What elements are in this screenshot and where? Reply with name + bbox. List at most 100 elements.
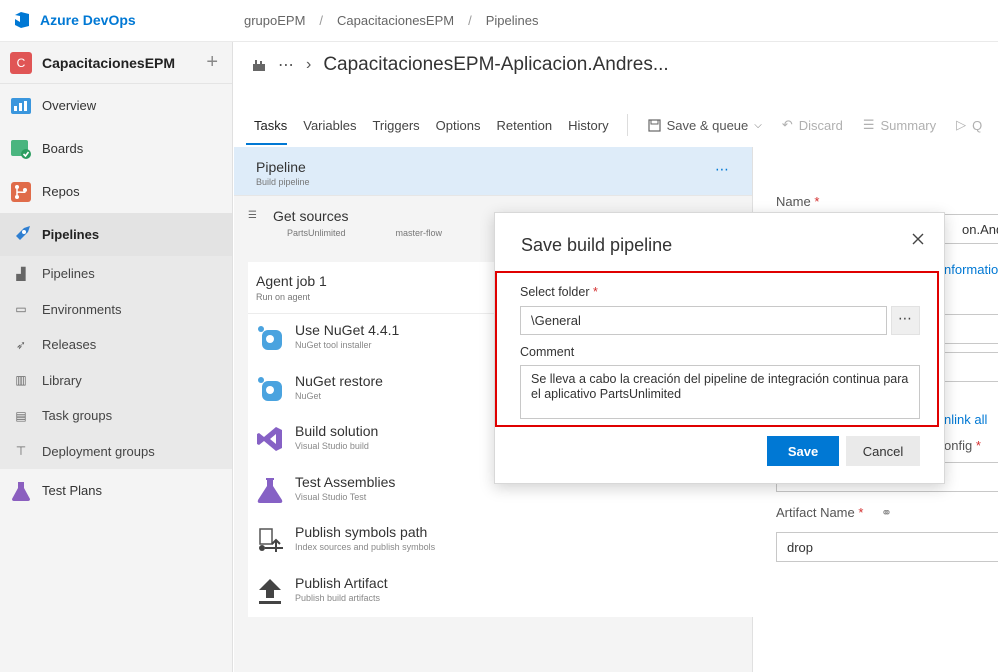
- boards-icon: [11, 139, 31, 159]
- information-link[interactable]: nformation: [944, 262, 998, 277]
- sidebar-subitem-label: Library: [42, 372, 82, 388]
- breadcrumb: grupoEPM / CapacitacionesEPM / Pipelines: [244, 13, 539, 28]
- sidebar-subitem-label: Pipelines: [42, 266, 95, 282]
- link-icon[interactable]: ⚭: [881, 505, 892, 520]
- tab-triggers[interactable]: Triggers: [364, 105, 427, 145]
- sidebar-item-label: Boards: [42, 141, 84, 156]
- pipeline-icon: [253, 60, 265, 71]
- sidebar-item-pipelines[interactable]: Pipelines: [0, 213, 232, 256]
- artifact-name-input[interactable]: drop: [776, 532, 998, 562]
- flask-icon: [257, 477, 283, 503]
- sidebar-item-repos[interactable]: Repos: [0, 170, 232, 213]
- sidebar-subitem-deployment-groups[interactable]: ⊤ Deployment groups: [0, 433, 232, 469]
- task-title: Publish Artifact: [295, 574, 388, 591]
- save-pipeline-dialog: Save build pipeline Select folder * \Gen…: [494, 212, 945, 484]
- branch-name: master-flow: [395, 228, 443, 238]
- azure-devops-icon: [15, 12, 29, 28]
- sidebar-subitem-releases[interactable]: ➶ Releases: [0, 327, 232, 363]
- pipeline-breadcrumb: ⋯ › CapacitacionesEPM-Aplicacion.Andres.…: [252, 54, 669, 76]
- sidebar-subitem-label: Releases: [42, 337, 97, 353]
- queue-label: Q: [972, 117, 983, 133]
- sidebar-item-label: Repos: [42, 184, 80, 199]
- page-header: ⋯ › CapacitacionesEPM-Aplicacion.Andres.…: [234, 42, 998, 102]
- task-subtitle: Publish build artifacts: [295, 592, 381, 603]
- upload-icon: [259, 578, 281, 604]
- project-header[interactable]: C CapacitacionesEPM +: [0, 42, 232, 84]
- task-item[interactable]: Publish Artifact Publish build artifacts: [248, 567, 753, 618]
- save-button[interactable]: Save: [767, 436, 839, 466]
- pipeline-node-subtitle: Build pipeline: [256, 177, 310, 187]
- repo-name: PartsUnlimited: [287, 228, 346, 238]
- add-icon[interactable]: +: [206, 52, 218, 72]
- page-title[interactable]: CapacitacionesEPM-Aplicacion.Andres...: [323, 54, 668, 76]
- chevron-down-icon: ⌵: [754, 119, 762, 131]
- comment-textarea[interactable]: Se lleva a cabo la creación del pipeline…: [520, 365, 920, 419]
- sidebar-item-label: Test Plans: [42, 483, 102, 498]
- task-groups-icon: ▤: [15, 408, 27, 423]
- sidebar-item-boards[interactable]: Boards: [0, 127, 232, 170]
- save-queue-button[interactable]: Save & queue ⌵: [638, 118, 772, 133]
- sidebar-subitem-pipelines[interactable]: ▟ Pipelines: [0, 256, 232, 292]
- releases-icon: ➶: [15, 337, 27, 352]
- list-icon: ☰: [862, 117, 875, 132]
- undo-icon: ↶: [781, 117, 793, 132]
- unlink-all-link[interactable]: nlink all: [944, 412, 987, 427]
- discard-button[interactable]: ↶ Discard: [772, 117, 853, 133]
- sidebar-item-overview[interactable]: Overview: [0, 84, 232, 127]
- summary-label: Summary: [880, 117, 937, 133]
- comment-label: Comment: [520, 345, 575, 359]
- publish-symbols-icon: [259, 528, 283, 552]
- summary-button[interactable]: ☰ Summary: [853, 117, 946, 133]
- tab-tasks[interactable]: Tasks: [234, 105, 295, 145]
- task-subtitle: Visual Studio Test: [295, 491, 367, 502]
- sidebar-subitem-task-groups[interactable]: ▤ Task groups: [0, 398, 232, 434]
- visual-studio-icon: [257, 427, 282, 451]
- sidebar-subitem-label: Task groups: [42, 408, 113, 424]
- sidebar-subitem-label: Deployment groups: [42, 443, 155, 459]
- sidebar-subitem-environments[interactable]: ▭ Environments: [0, 291, 232, 327]
- queue-button[interactable]: ▷ Q: [946, 117, 992, 133]
- name-label: Name *: [776, 194, 820, 209]
- azure-devops-logo[interactable]: Azure DevOps: [12, 10, 136, 30]
- pipelines-icon: ▟: [16, 266, 26, 281]
- tab-options[interactable]: Options: [428, 105, 489, 145]
- test-plans-icon: [12, 481, 30, 501]
- more-actions-icon[interactable]: ⋯: [715, 161, 730, 178]
- breadcrumb-separator: /: [319, 13, 324, 28]
- browse-folder-button[interactable]: ⋯: [891, 306, 920, 335]
- environments-icon: ▭: [15, 302, 27, 317]
- task-item[interactable]: Publish symbols path Index sources and p…: [248, 516, 753, 567]
- library-icon: ▥: [15, 373, 27, 388]
- task-title: Publish symbols path: [295, 524, 428, 540]
- config-label: onfig *: [944, 438, 981, 453]
- cancel-button[interactable]: Cancel: [846, 436, 920, 466]
- sidebar-subitem-label: Environments: [42, 301, 122, 317]
- editor-tabs: Tasks Variables Triggers Options Retenti…: [234, 105, 998, 145]
- sidebar-item-label: Overview: [42, 98, 97, 113]
- pipeline-node-title: Pipeline: [256, 159, 306, 175]
- breadcrumb-org[interactable]: grupoEPM: [244, 13, 305, 28]
- discard-label: Discard: [798, 117, 843, 133]
- breadcrumb-pipelines[interactable]: Pipelines: [486, 13, 539, 28]
- sidebar-subitem-library[interactable]: ▥ Library: [0, 362, 232, 398]
- breadcrumb-separator: /: [468, 13, 472, 28]
- tab-retention[interactable]: Retention: [488, 105, 560, 145]
- pipeline-node[interactable]: Pipeline Build pipeline ⋯: [234, 147, 752, 196]
- sidebar-item-test-plans[interactable]: Test Plans: [0, 469, 232, 512]
- deployment-groups-icon: ⊤: [15, 444, 27, 459]
- overview-icon: [11, 97, 31, 114]
- tab-history[interactable]: History: [560, 105, 616, 145]
- nuget-icon: [258, 376, 282, 401]
- close-icon[interactable]: [910, 231, 926, 247]
- save-queue-label: Save & queue: [666, 117, 749, 133]
- more-icon[interactable]: ⋯: [278, 55, 294, 75]
- breadcrumb-project[interactable]: CapacitacionesEPM: [337, 13, 454, 28]
- tab-variables[interactable]: Variables: [295, 105, 364, 145]
- chevron-right-icon: ›: [306, 56, 312, 73]
- select-folder-label: Select folder *: [520, 285, 598, 299]
- folder-input[interactable]: \General: [520, 306, 887, 335]
- play-icon: ▷: [956, 117, 967, 132]
- top-bar: Azure DevOps grupoEPM / CapacitacionesEP…: [0, 0, 998, 42]
- save-icon: [647, 118, 661, 132]
- sidebar: C CapacitacionesEPM + Overview Boards Re…: [0, 42, 233, 672]
